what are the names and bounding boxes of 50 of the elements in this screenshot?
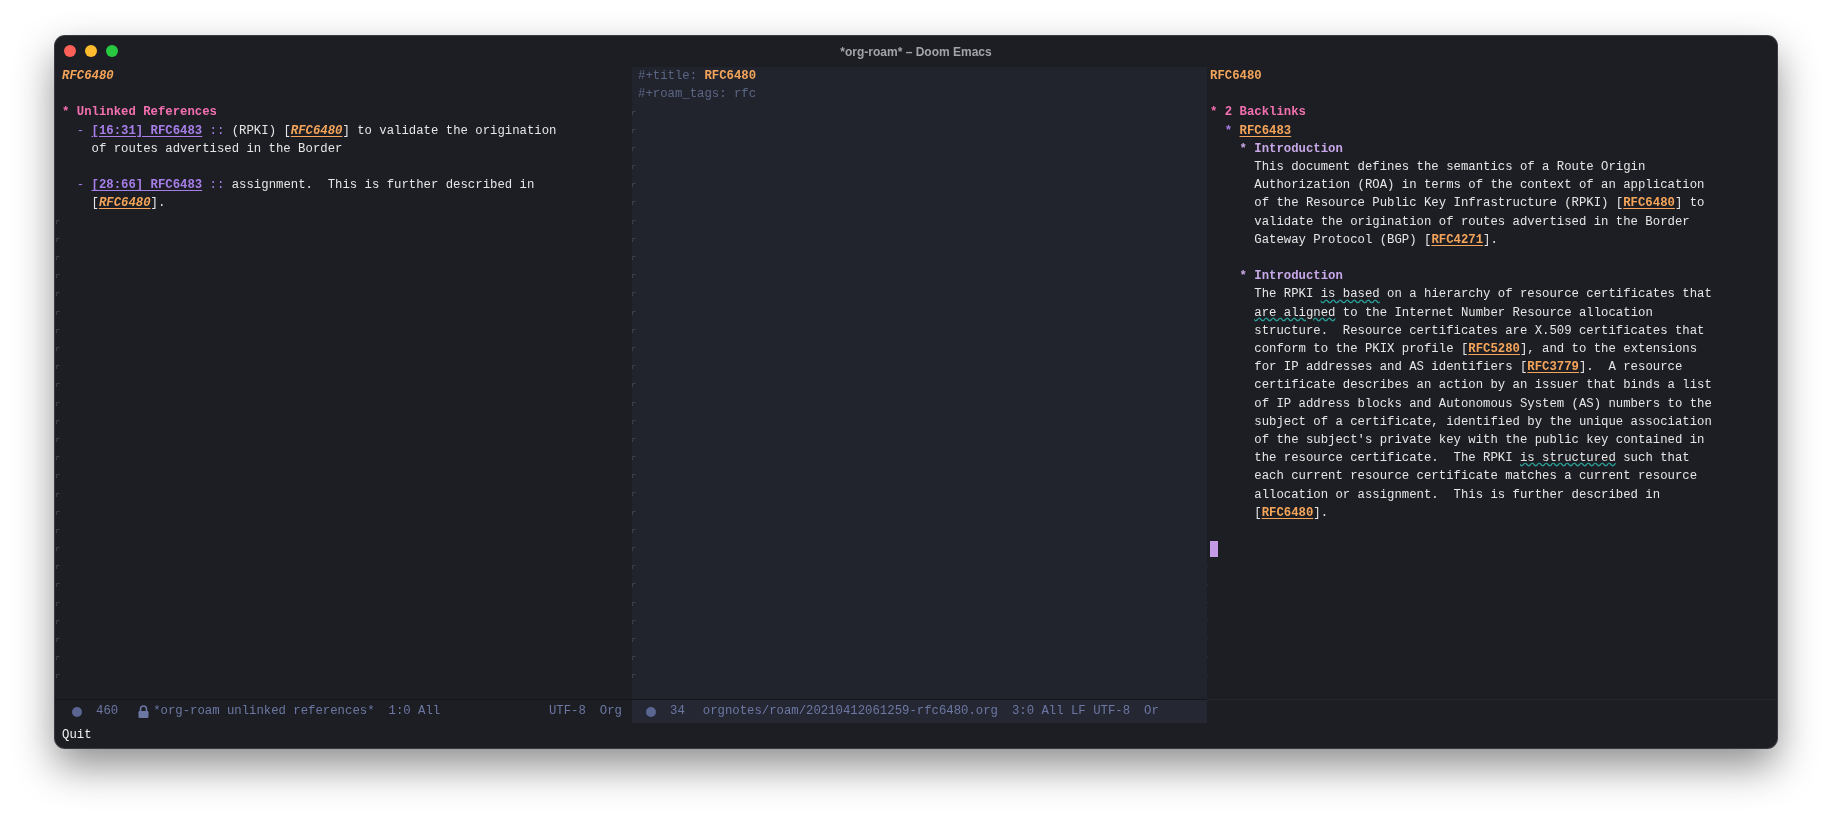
heading-marker: * <box>62 104 70 122</box>
reference-text: [28:66] RFC6483 :: assignment. This is further described in [RFC6480]. <box>91 177 535 213</box>
subheading: Introduction <box>1254 268 1343 286</box>
minimize-button[interactable] <box>85 45 97 57</box>
link[interactable]: RFC3779 <box>1527 360 1579 375</box>
link[interactable]: RFC6483 <box>1239 121 1292 140</box>
encoding: UTF-8 <box>548 703 586 721</box>
heading-marker: * <box>1239 268 1247 286</box>
link[interactable]: RFC6480 <box>1623 196 1675 211</box>
major-mode: Org <box>599 703 622 721</box>
buffer-title: RFC6480 <box>62 68 114 85</box>
window-title: *org-roam* – Doom Emacs <box>840 43 992 61</box>
link[interactable]: RFC6480 <box>290 123 343 138</box>
empty-line-icon <box>56 347 60 351</box>
cursor-position: 3:0 All LF UTF-8 <box>1011 703 1131 721</box>
lock-icon <box>138 705 150 718</box>
title-value: RFC6480 <box>704 68 757 85</box>
status-dot-icon <box>646 706 656 717</box>
keyword: #+title: <box>638 68 699 85</box>
maximize-button[interactable] <box>106 45 118 57</box>
reference-text: [16:31] RFC6483 :: (RPKI) [RFC6480] to validate the origination of routes advertised in the Border <box>91 122 557 158</box>
paragraph: The RPKI is based on a hierarchy of resource certificates that are aligned to the Internet Number Resource allocation structure. Resource certificates are X.509 certificates that conform to the PKIX profile [RFC5280], and to the extensions for IP addresses and AS identifiers [RFC3779]. A resource certificate describes an action by an issuer that binds a list of IP address blocks and Autonomous System (AS) numbers to the subject of a certificate, identified by the unique association of the subject's private key with the public key contained in the resource certificate. The RPKI is structured such that each current resource certificate matches a current resource allocation or assignment. This is further described in [RFC6480]. <box>1254 286 1712 522</box>
link[interactable]: [16:31] RFC6483 <box>91 123 203 138</box>
keyword: #+roam_tags: rfc <box>638 86 757 104</box>
line-count: 460 <box>96 703 119 721</box>
status-dot-icon <box>72 706 82 717</box>
section-heading: 2 Backlinks <box>1224 104 1306 122</box>
link[interactable]: RFC5280 <box>1468 342 1520 356</box>
section-heading: Unlinked References <box>76 104 217 122</box>
major-mode: Or <box>1144 703 1159 721</box>
link[interactable]: RFC6480 <box>98 196 151 211</box>
heading-marker: * <box>1239 140 1247 158</box>
list-bullet: - <box>76 122 85 140</box>
list-bullet: - <box>76 177 85 195</box>
paragraph: This document defines the semantics of a Route Origin Authorization (ROA) in terms of the context of an application of the Resource Public Key Infrastructure (RPKI) [RFC6480] to validate the origination of routes advertised in the Border Gateway Protocol (BGP) [RFC4271]. <box>1254 159 1705 249</box>
text-cursor <box>1210 541 1218 558</box>
heading-marker: * <box>1210 104 1218 122</box>
cursor-position: 1:0 All <box>388 703 441 721</box>
file-path: orgnotes/roam/20210412061259-rfc6480.org <box>702 703 998 721</box>
link[interactable]: [28:66] RFC6483 <box>91 178 203 193</box>
link[interactable]: RFC6480 <box>1261 505 1314 520</box>
link[interactable]: RFC4271 <box>1431 232 1484 247</box>
subheading: Introduction <box>1254 140 1343 158</box>
close-button[interactable] <box>64 45 76 57</box>
buffer-title: RFC6480 <box>1210 68 1262 85</box>
empty-line-icon <box>56 638 60 642</box>
echo-message: Quit <box>62 727 92 745</box>
heading-marker: * <box>1224 122 1233 140</box>
buffer-name: *org-roam unlinked references* <box>153 703 375 721</box>
line-count: 34 <box>670 703 685 721</box>
